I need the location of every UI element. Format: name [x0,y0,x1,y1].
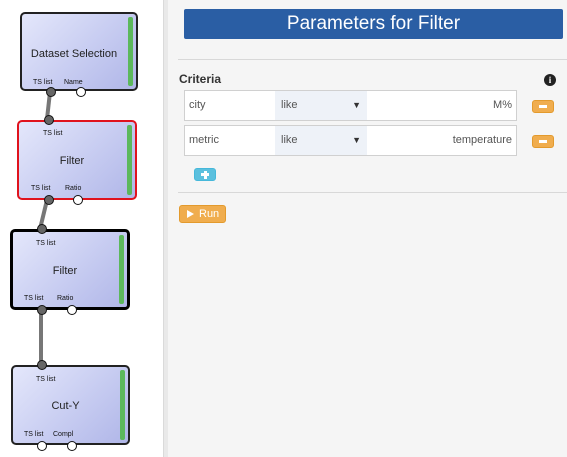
play-icon [187,210,194,218]
node-title: Cut-Y [51,400,80,412]
caret-down-icon: ▼ [352,100,361,110]
info-icon[interactable]: i [544,74,556,86]
output-port-ratio[interactable] [73,195,83,205]
input-port-ts-list[interactable] [44,115,54,125]
remove-criterion-button[interactable] [532,100,554,113]
input-port-ts-list[interactable] [37,224,47,234]
criterion-row: metric like ▼ temperature [184,125,517,156]
node-filter-selected[interactable]: TS list Filter TS list Ratio [17,115,137,205]
node-status-bar [120,370,125,440]
output-port-ts-list[interactable] [37,305,47,315]
criterion-value-input[interactable]: M% [493,91,512,120]
node-dataset-selection[interactable]: Dataset Selection TS list Name [20,12,138,97]
divider [178,59,567,60]
panel-title: Parameters for Filter [184,9,563,39]
input-port-label: TS list [36,376,56,383]
output-port-name[interactable] [76,87,86,97]
node-status-bar [128,17,133,86]
caret-down-icon: ▼ [352,135,361,145]
output-port-ratio[interactable] [67,305,77,315]
output-port-label: Name [64,79,83,86]
node-title: Filter [52,265,78,277]
node-cut-y[interactable]: TS list Cut-Y TS list Compl [11,360,130,451]
criterion-operator-select[interactable]: like ▼ [275,91,367,120]
output-port-compl[interactable] [67,441,77,451]
divider [178,192,567,193]
criterion-field-input[interactable]: city [189,91,206,120]
output-port-ts-list[interactable] [46,87,56,97]
node-status-bar [119,235,124,304]
output-port-label: TS list [33,79,53,86]
output-port-label: TS list [31,185,51,192]
output-port-label: Ratio [65,185,82,192]
criterion-field-input[interactable]: metric [189,126,219,155]
output-port-label: Ratio [57,295,74,302]
run-button[interactable]: Run [179,205,226,223]
input-port-label: TS list [43,130,63,137]
criterion-value-input[interactable]: temperature [453,126,512,155]
criteria-label: Criteria [179,72,222,86]
criterion-operator-value: like [281,134,298,146]
add-criterion-button[interactable] [194,168,216,181]
node-status-bar [127,125,132,195]
remove-criterion-button[interactable] [532,135,554,148]
node-filter[interactable]: TS list Filter TS list Ratio [10,224,130,315]
output-port-label: Compl [53,431,74,438]
output-port-ts-list[interactable] [37,441,47,451]
output-port-label: TS list [24,295,44,302]
input-port-ts-list[interactable] [37,360,47,370]
criterion-operator-select[interactable]: like ▼ [275,126,367,155]
parameters-panel: Parameters for Filter Criteria i city li… [168,0,567,457]
node-title: Filter [59,155,85,167]
output-port-label: TS list [24,431,44,438]
input-port-label: TS list [36,240,56,247]
workflow-canvas[interactable]: Dataset Selection TS list Name TS list F… [0,0,163,457]
criterion-operator-value: like [281,99,298,111]
criterion-row: city like ▼ M% [184,90,517,121]
node-title: Dataset Selection [30,48,118,60]
run-button-label: Run [199,208,220,220]
output-port-ts-list[interactable] [44,195,54,205]
